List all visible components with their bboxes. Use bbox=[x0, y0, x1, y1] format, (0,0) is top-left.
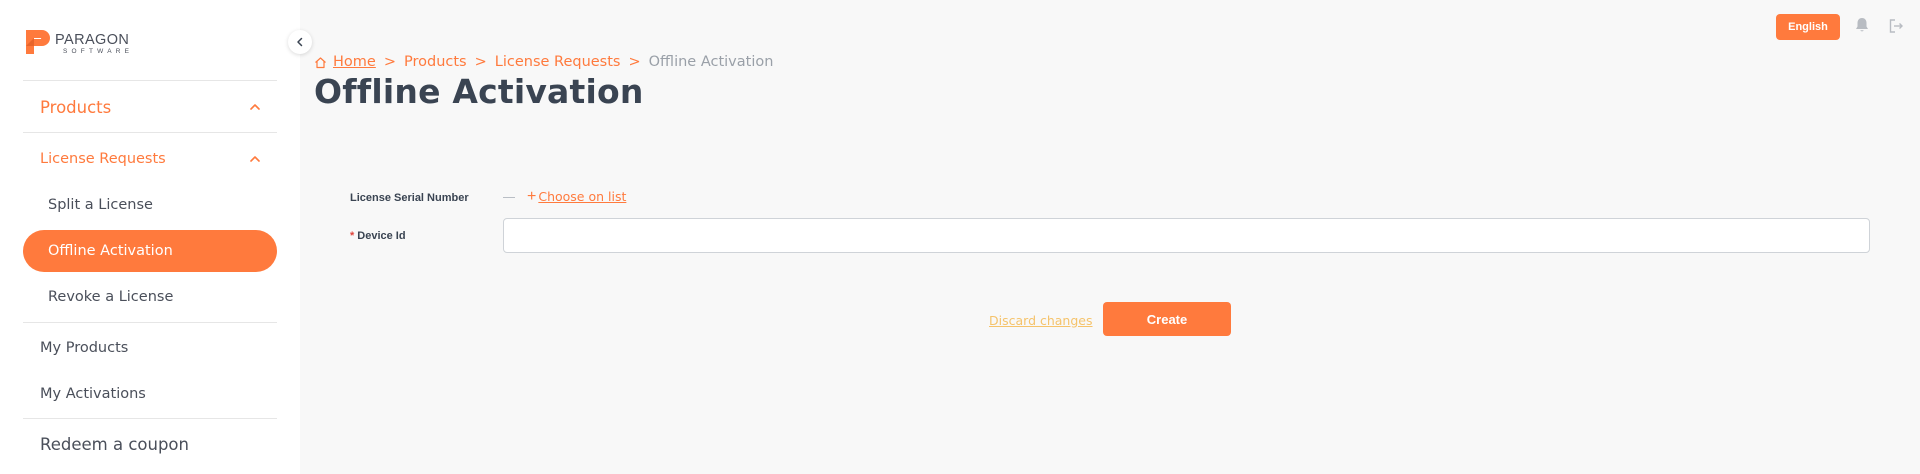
sidebar-item-split-license[interactable]: Split a License bbox=[23, 184, 277, 226]
sidebar-item-license-requests[interactable]: License Requests bbox=[23, 138, 277, 180]
license-serial-empty-value bbox=[503, 197, 515, 198]
device-id-label-text: Device Id bbox=[357, 230, 406, 242]
breadcrumb-separator: > bbox=[383, 54, 396, 70]
sidebar-item-revoke-license[interactable]: Revoke a License bbox=[23, 276, 277, 318]
sidebar-item-label: License Requests bbox=[40, 151, 166, 167]
paragon-logo-icon bbox=[26, 30, 50, 54]
sidebar-item-my-products[interactable]: My Products bbox=[23, 327, 277, 369]
sidebar-divider bbox=[23, 418, 277, 419]
breadcrumb-products[interactable]: Products bbox=[404, 54, 467, 70]
sidebar-item-my-activations[interactable]: My Activations bbox=[23, 373, 277, 415]
sidebar-item-label: Redeem a coupon bbox=[40, 434, 189, 454]
brand-text: PARAGON SOFTWARE bbox=[55, 33, 133, 56]
sidebar-collapse-button[interactable] bbox=[288, 30, 312, 54]
device-id-input[interactable] bbox=[503, 218, 1870, 253]
language-button[interactable]: English bbox=[1776, 14, 1840, 40]
brand-logo[interactable]: PARAGON SOFTWARE bbox=[23, 24, 143, 60]
device-id-label: * Device Id bbox=[350, 230, 406, 242]
breadcrumb-separator: > bbox=[628, 54, 641, 70]
choose-on-list-label: Choose on list bbox=[538, 189, 627, 204]
sidebar-item-label: Products bbox=[40, 97, 112, 117]
breadcrumb-separator: > bbox=[474, 54, 487, 70]
home-icon bbox=[315, 56, 326, 68]
sidebar-item-products[interactable]: Products bbox=[23, 86, 277, 128]
brand-subtitle: SOFTWARE bbox=[63, 48, 134, 55]
sidebar-divider bbox=[23, 132, 277, 133]
breadcrumb-home-label: Home bbox=[333, 54, 376, 70]
sidebar-item-label: My Products bbox=[40, 340, 129, 356]
chevron-up-icon bbox=[250, 156, 260, 162]
breadcrumb-home[interactable]: Home bbox=[314, 54, 376, 70]
required-mark: * bbox=[350, 230, 355, 242]
plus-icon: + bbox=[527, 187, 537, 205]
sidebar-divider bbox=[23, 80, 277, 81]
sidebar-item-redeem-coupon[interactable]: Redeem a coupon bbox=[23, 423, 277, 465]
license-serial-label: License Serial Number bbox=[350, 192, 469, 204]
brand-name: PARAGON bbox=[55, 32, 130, 48]
chevron-left-icon bbox=[297, 37, 303, 47]
sidebar: PARAGON SOFTWARE Products License Reques… bbox=[0, 0, 300, 474]
chevron-up-icon bbox=[250, 104, 260, 110]
breadcrumb-license-requests[interactable]: License Requests bbox=[495, 54, 621, 70]
sidebar-item-label: Revoke a License bbox=[48, 289, 174, 305]
choose-on-list-link[interactable]: + Choose on list bbox=[527, 187, 627, 205]
app-root: PARAGON SOFTWARE Products License Reques… bbox=[0, 0, 1920, 474]
breadcrumb: Home > Products > License Requests > Off… bbox=[314, 53, 773, 71]
sidebar-item-label: Split a License bbox=[48, 197, 153, 213]
sidebar-divider bbox=[23, 322, 277, 323]
discard-changes-link[interactable]: Discard changes bbox=[989, 313, 1093, 328]
sidebar-item-offline-activation[interactable]: Offline Activation bbox=[23, 230, 277, 272]
bell-icon[interactable] bbox=[1853, 16, 1871, 34]
breadcrumb-current: Offline Activation bbox=[648, 54, 774, 70]
sidebar-item-label: Offline Activation bbox=[48, 243, 173, 259]
sidebar-item-label: My Activations bbox=[40, 386, 146, 402]
logout-icon[interactable] bbox=[1887, 17, 1905, 35]
page-title: Offline Activation bbox=[314, 72, 644, 111]
create-button[interactable]: Create bbox=[1103, 302, 1231, 336]
